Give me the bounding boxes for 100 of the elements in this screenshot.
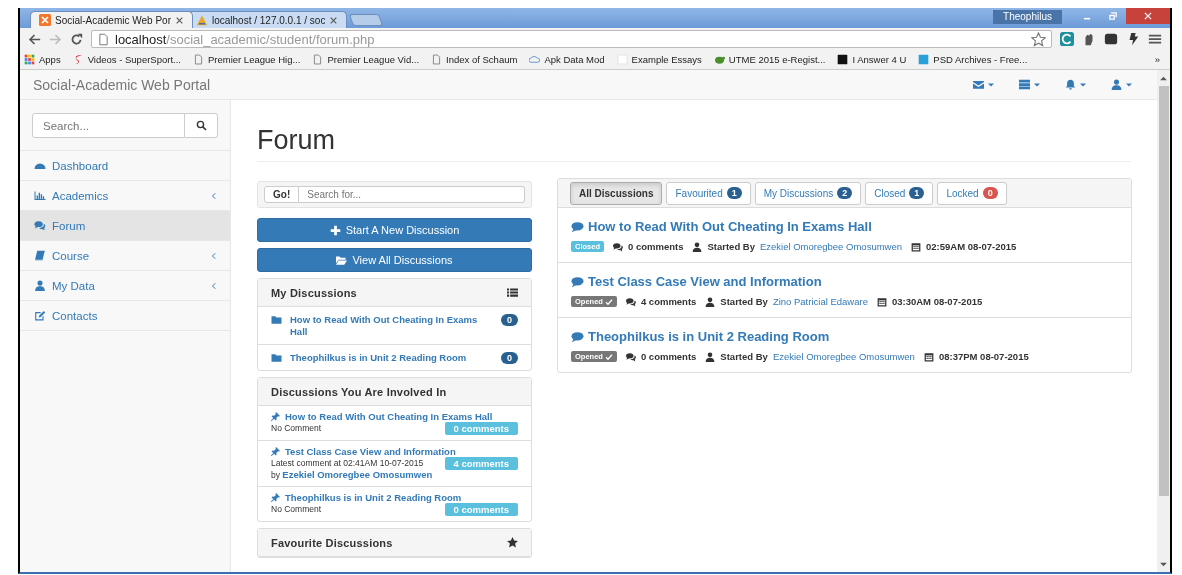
comment-info: No Comment [271,422,322,434]
bookmark[interactable]: PSD Archives - Free... [918,54,1028,65]
bookmark[interactable]: Videos - SuperSport... [72,54,181,65]
search-button[interactable] [185,113,218,138]
messages-button[interactable] [973,79,995,90]
panel-title: Discussions You Are Involved In [271,385,447,398]
discussion-link[interactable]: Theophilkus is in Unit 2 Reading Room [271,352,495,364]
discussion-link[interactable]: Test Class Case View and Information [271,446,456,457]
folder-icon [271,315,282,325]
comment-info: No Comment [271,503,322,515]
count-badge: 0 [982,187,998,199]
tasks-icon [1019,79,1030,90]
envelope-icon [973,79,984,90]
count-badge: 1 [909,187,925,199]
discussion-link[interactable]: How to Read With Out Cheating In Exams Hall [271,314,495,338]
go-button[interactable]: Go! [264,186,300,203]
back-icon [28,32,41,46]
page-icon [192,54,204,65]
reload-button[interactable] [70,32,83,46]
sidebar-item[interactable]: Dashboard [20,151,230,181]
folder-icon [271,353,282,363]
apps-icon [24,54,35,65]
tasks-button[interactable] [1019,79,1041,90]
filter-tab[interactable]: Favourited 1 [666,181,751,205]
author-link[interactable]: Zino Patricial Edaware [772,296,868,307]
favicon [39,14,51,26]
date-time: 03:30AM 08-07-2015 [891,296,983,307]
discussion-title[interactable]: Theophilkus is in Unit 2 Reading Room [571,329,1118,344]
bell-icon [1065,79,1076,90]
back-button[interactable] [28,32,41,46]
close-icon [329,15,339,25]
discussion-title[interactable]: Test Class Case View and Information [571,274,1118,289]
discussion-link[interactable]: Theophilkus is in Unit 2 Reading Room [271,492,462,503]
extension-icon [1104,32,1118,46]
book-icon [34,250,46,261]
count-badge: 2 [837,187,853,199]
comments-icon [625,296,636,307]
user-icon [705,296,716,307]
author-link[interactable]: Ezekiel Omoregbee Omosumwen [759,241,902,252]
filter-tab[interactable]: Closed 1 [865,181,934,205]
search-field[interactable]: Search... [32,113,185,138]
alerts-button[interactable] [1065,79,1087,90]
pin-icon [271,447,280,456]
square-icon [918,54,930,65]
calendar-icon [911,241,921,252]
bookmark[interactable]: Premier League Vid... [312,54,420,65]
count-badge: 0 [501,352,518,364]
comments-icon [625,351,636,362]
browser-tab[interactable]: Social-Academic Web Por [30,11,193,28]
search-field[interactable]: Search for... [299,186,525,203]
bookmark[interactable]: I Answer 4 U [837,54,907,65]
pin-icon [271,493,280,502]
filter-tab[interactable]: My Discussions 2 [754,181,862,205]
menu-icon [1148,32,1162,46]
user-icon [705,351,716,362]
address-bar[interactable]: localhost/social_academic/student/forum.php [91,30,1052,48]
extension-button[interactable] [1104,32,1118,46]
discussion-link[interactable]: How to Read With Out Cheating In Exams Hall [271,411,493,422]
bookmark[interactable]: Example Essays [616,54,702,65]
action-button[interactable]: View All Discussions [257,248,532,272]
cloud-icon [529,54,541,65]
comments-icon [613,241,623,252]
started-by-label: Started By [707,241,755,252]
favicon [196,14,208,26]
author-link[interactable]: Ezekiel Omoregbee Omosumwen [282,469,433,480]
started-by-label: Started By [720,296,768,307]
bookmark-star-icon [1031,31,1046,47]
bookmark[interactable]: UTME 2015 e-Regist... [713,54,826,65]
panel-title: My Discussions [271,286,357,299]
page-icon [431,54,443,65]
forward-icon [49,32,62,46]
extension-icon [1060,32,1074,46]
menu-button[interactable] [1148,32,1162,46]
comments-icon [34,220,46,231]
user-menu-button[interactable] [1111,79,1133,90]
url-text: localhost/social_academic/student/forum.php [115,31,375,47]
filter-tab[interactable]: Locked 0 [937,181,1007,205]
bookmark[interactable]: Apk Data Mod [529,54,605,65]
sidebar-item[interactable]: My Data [20,271,230,301]
sidebar-item[interactable]: Contacts [20,301,230,331]
comments-label: 0 comments [444,422,518,435]
comments-count: 0 comments [640,351,697,362]
scrollbar-thumb[interactable] [1158,86,1169,496]
discussion-title[interactable]: How to Read With Out Cheating In Exams Hall [571,219,1118,234]
bookmark[interactable]: Index of Schaum [431,54,518,65]
author-link[interactable]: Ezekiel Omoregbee Omosumwen [772,351,915,362]
started-by-label: Started By [720,351,768,362]
bookmark[interactable]: Apps [24,54,61,65]
user-icon [692,241,703,252]
profile-name[interactable]: Theophilus [993,10,1062,24]
scroll-down-icon [1159,560,1168,569]
plus-icon [329,224,341,236]
filter-tab[interactable]: All Discussions [570,181,663,205]
action-button[interactable]: Start A New Discussion [257,218,532,242]
more-bookmarks-button[interactable]: » [1154,54,1160,65]
sidebar-item[interactable]: Forum [20,211,230,241]
sidebar-item[interactable]: Course [20,241,230,271]
comments-count: 0 comments [628,241,684,252]
speech-bubble-icon [571,330,584,343]
bookmark[interactable]: Premier League Hig... [192,54,301,65]
